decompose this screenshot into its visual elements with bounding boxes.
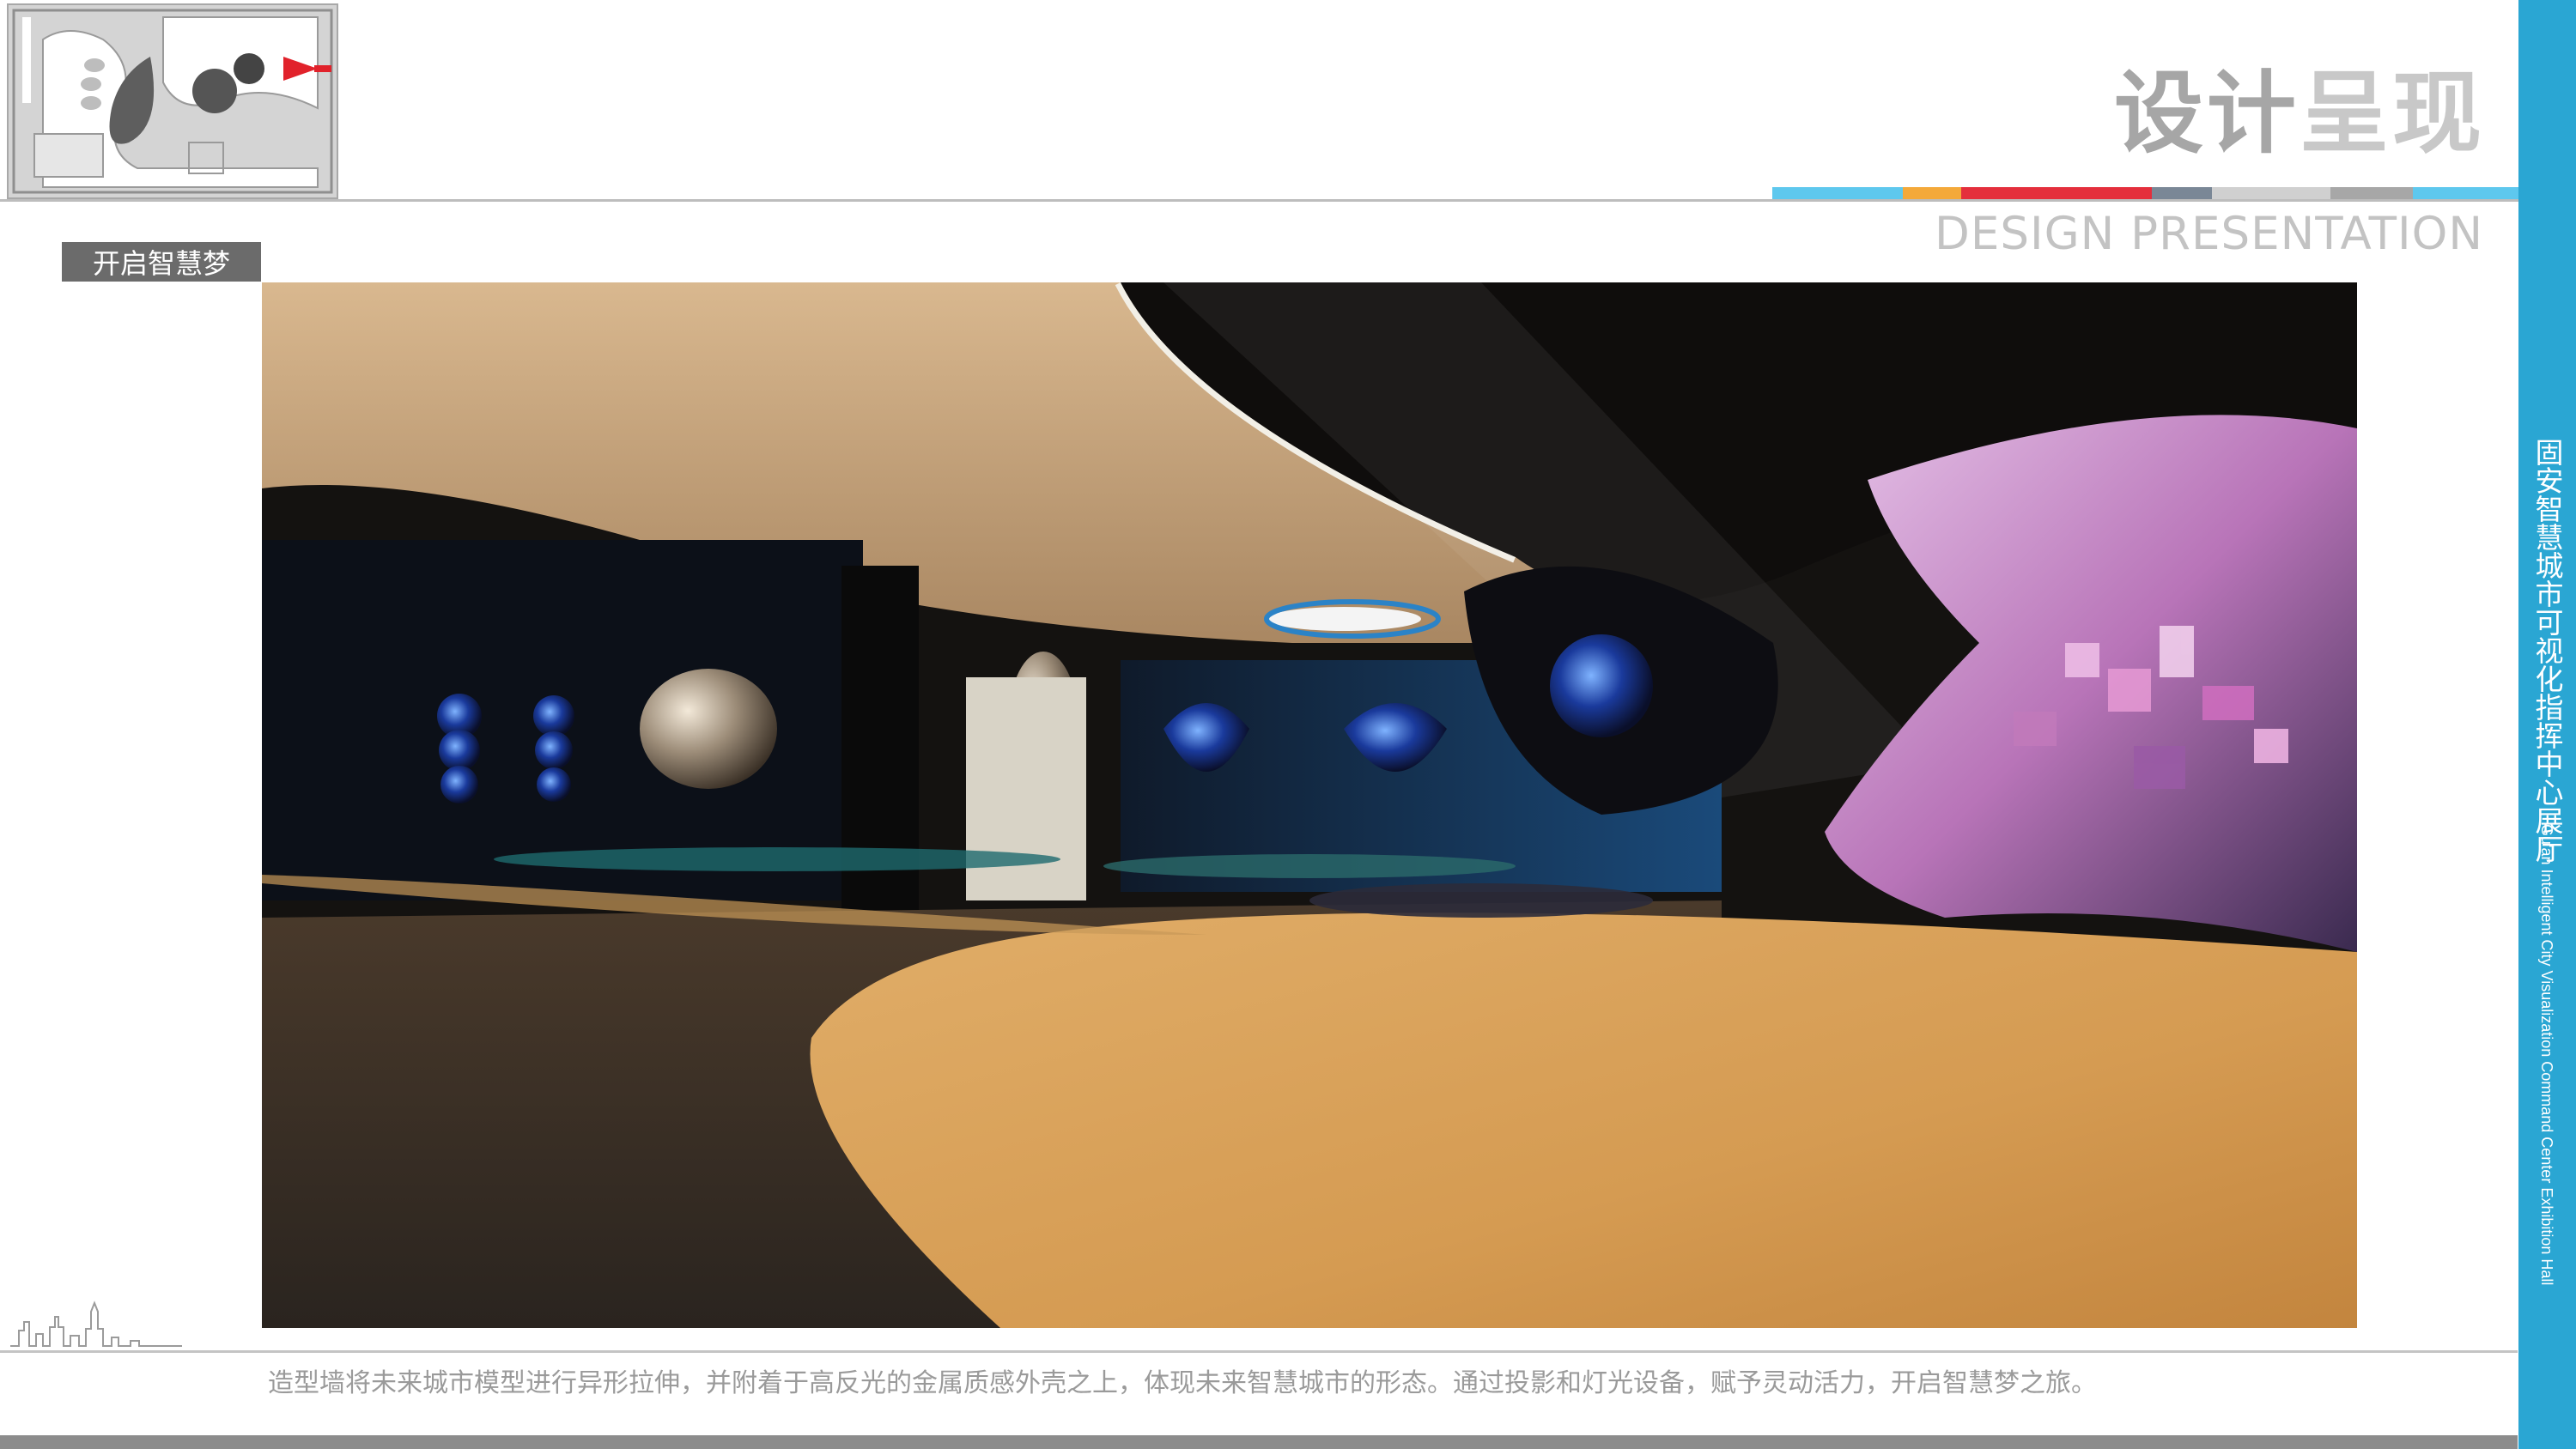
header-divider — [0, 199, 2524, 202]
side-title-en: Gu'an Intelligent City Visualization Com… — [2538, 824, 2555, 1286]
footer-bar — [0, 1435, 2518, 1449]
page-subtitle-en: DESIGN PRESENTATION — [1935, 208, 2483, 260]
color-bar-segment — [2152, 187, 2212, 199]
description-caption: 造型墙将未来城市模型进行异形拉伸，并附着于高反光的金属质感外壳之上，体现未来智慧… — [268, 1368, 2097, 1398]
floor-plan-minimap — [7, 3, 338, 199]
side-title-cn: 固安智慧城市可视化指挥中心展厅 — [2530, 438, 2564, 863]
color-bar-segment — [1903, 187, 1961, 199]
floor-plan-icon — [9, 5, 337, 197]
color-bar-segment — [2413, 187, 2524, 199]
header-color-bar — [1772, 187, 2524, 199]
render-illustration — [262, 282, 2357, 1328]
color-bar-segment — [2330, 187, 2413, 199]
section-badge: 开启智慧梦 — [62, 242, 261, 282]
color-bar-segment — [2212, 187, 2330, 199]
page-title-part2: 呈现 — [2299, 61, 2485, 166]
footer-divider — [0, 1350, 2518, 1353]
color-bar-segment — [1772, 187, 1903, 199]
city-skyline-icon — [10, 1296, 182, 1348]
color-bar-segment — [1961, 187, 2152, 199]
page-title: 设计呈现 — [2114, 69, 2485, 158]
exhibition-hall-render — [262, 282, 2357, 1328]
page-title-part1: 设计 — [2113, 61, 2300, 166]
